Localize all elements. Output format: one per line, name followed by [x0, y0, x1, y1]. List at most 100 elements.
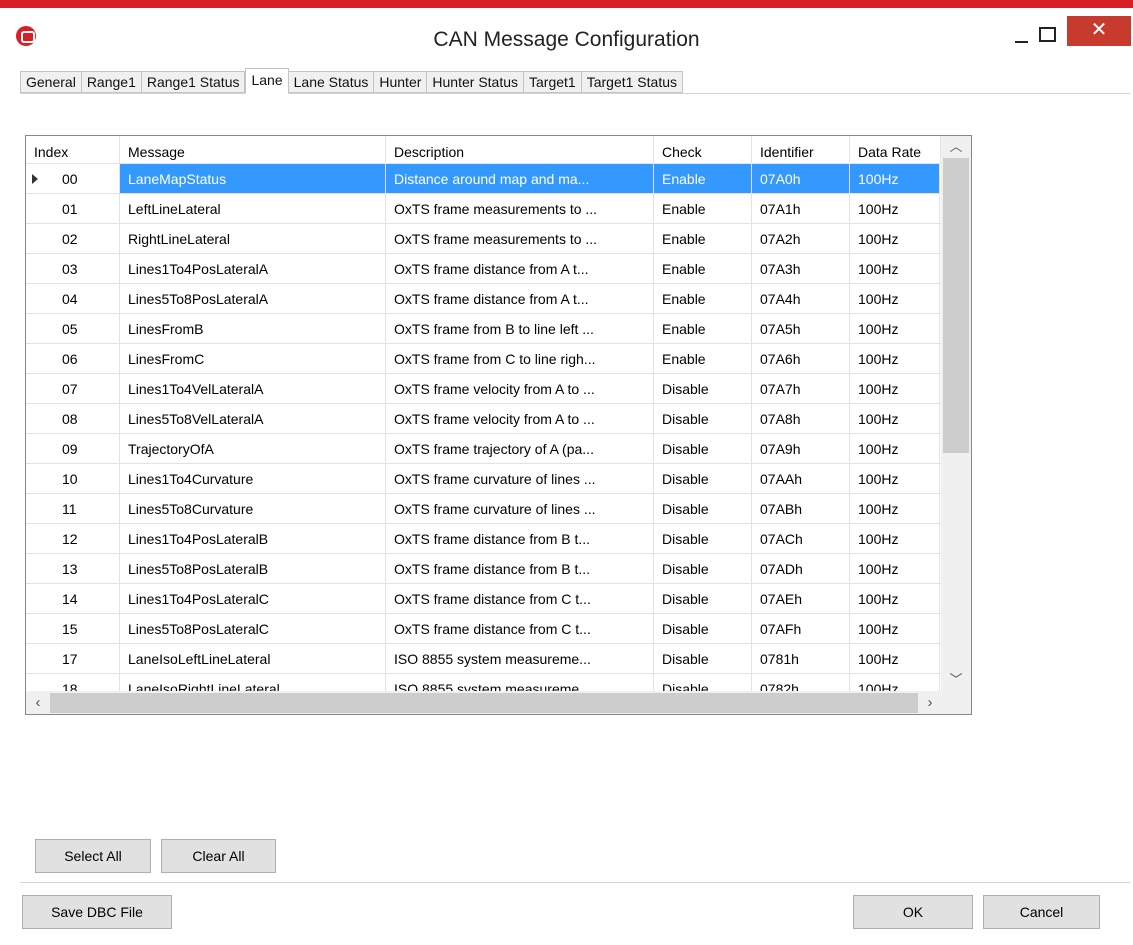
row-index-cell[interactable]: 17 — [26, 644, 120, 673]
row-description-cell[interactable]: ISO 8855 system measureme... — [386, 644, 654, 673]
row-index-cell[interactable]: 02 — [26, 224, 120, 253]
vertical-scrollbar[interactable]: ︿ ﹀ — [941, 136, 971, 691]
row-message-cell[interactable]: Lines5To8PosLateralB — [120, 554, 386, 583]
tab-hunter-status[interactable]: Hunter Status — [427, 71, 525, 93]
tab-lane-status[interactable]: Lane Status — [288, 71, 375, 93]
row-message-cell[interactable]: TrajectoryOfA — [120, 434, 386, 463]
row-index-cell[interactable]: 03 — [26, 254, 120, 283]
row-message-cell[interactable]: LinesFromC — [120, 344, 386, 373]
row-identifier-cell[interactable]: 0781h — [752, 644, 850, 673]
table-row[interactable]: 12 Lines1To4PosLateralB OxTS frame distanc… — [26, 524, 941, 554]
tab-target1-status[interactable]: Target1 Status — [581, 71, 683, 93]
scroll-down-icon[interactable]: ﹀ — [941, 669, 971, 691]
message-grid[interactable]: Index Message Description Check Identifi… — [25, 135, 972, 715]
row-message-cell[interactable]: Lines1To4PosLateralB — [120, 524, 386, 553]
row-description-cell[interactable]: OxTS frame curvature of lines ... — [386, 464, 654, 493]
row-description-cell[interactable]: OxTS frame trajectory of A (pa... — [386, 434, 654, 463]
horizontal-scroll-thumb[interactable] — [50, 693, 918, 713]
row-data-rate-cell[interactable]: 100Hz — [850, 314, 940, 343]
row-identifier-cell[interactable]: 07AFh — [752, 614, 850, 643]
row-description-cell[interactable]: OxTS frame from C to line righ... — [386, 344, 654, 373]
row-data-rate-cell[interactable]: 100Hz — [850, 464, 940, 493]
tab-target1[interactable]: Target1 — [524, 71, 582, 93]
row-data-rate-cell[interactable]: 100Hz — [850, 494, 940, 523]
row-data-rate-cell[interactable]: 100Hz — [850, 524, 940, 553]
table-row[interactable]: 06 LinesFromC OxTS frame from C to line ri… — [26, 344, 941, 374]
row-index-cell[interactable]: 13 — [26, 554, 120, 583]
row-message-cell[interactable]: Lines1To4Curvature — [120, 464, 386, 493]
tab-hunter[interactable]: Hunter — [374, 71, 428, 93]
row-check-cell[interactable]: Disable — [654, 464, 752, 493]
row-data-rate-cell[interactable]: 100Hz — [850, 164, 940, 193]
table-row[interactable]: 15 Lines5To8PosLateralC OxTS frame distanc… — [26, 614, 941, 644]
horizontal-scrollbar[interactable]: ‹ › — [26, 691, 971, 714]
row-identifier-cell[interactable]: 07A1h — [752, 194, 850, 223]
row-identifier-cell[interactable]: 07ADh — [752, 554, 850, 583]
row-check-cell[interactable]: Enable — [654, 284, 752, 313]
row-index-cell[interactable]: 09 — [26, 434, 120, 463]
title-bar[interactable]: CAN Message Configuration ✕ — [0, 8, 1133, 62]
row-message-cell[interactable]: LeftLineLateral — [120, 194, 386, 223]
row-index-cell[interactable]: 06 — [26, 344, 120, 373]
row-data-rate-cell[interactable]: 100Hz — [850, 554, 940, 583]
table-row[interactable]: 07 Lines1To4VelLateralA OxTS frame velocit… — [26, 374, 941, 404]
row-check-cell[interactable]: Disable — [654, 644, 752, 673]
row-description-cell[interactable]: OxTS frame from B to line left ... — [386, 314, 654, 343]
row-description-cell[interactable]: OxTS frame velocity from A to ... — [386, 404, 654, 433]
select-all-button[interactable]: Select All — [35, 839, 151, 873]
row-description-cell[interactable]: OxTS frame distance from B t... — [386, 554, 654, 583]
row-data-rate-cell[interactable]: 100Hz — [850, 224, 940, 253]
row-index-cell[interactable]: 01 — [26, 194, 120, 223]
table-row[interactable]: 00 LaneMapStatus Distance around map and m… — [26, 164, 941, 194]
row-identifier-cell[interactable]: 07ABh — [752, 494, 850, 523]
row-index-cell[interactable]: 00 — [26, 164, 120, 193]
column-header-index[interactable]: Index — [26, 136, 120, 164]
table-row[interactable]: 03 Lines1To4PosLateralA OxTS frame distanc… — [26, 254, 941, 284]
row-index-cell[interactable]: 12 — [26, 524, 120, 553]
row-check-cell[interactable]: Disable — [654, 524, 752, 553]
table-row[interactable]: 05 LinesFromB OxTS frame from B to line le… — [26, 314, 941, 344]
table-row[interactable]: 11 Lines5To8Curvature OxTS frame curvature… — [26, 494, 941, 524]
table-row[interactable]: 13 Lines5To8PosLateralB OxTS frame distanc… — [26, 554, 941, 584]
row-check-cell[interactable]: Enable — [654, 314, 752, 343]
table-row[interactable]: 04 Lines5To8PosLateralA OxTS frame distanc… — [26, 284, 941, 314]
row-message-cell[interactable]: LaneIsoLeftLineLateral — [120, 644, 386, 673]
row-identifier-cell[interactable]: 07A9h — [752, 434, 850, 463]
row-identifier-cell[interactable]: 07AAh — [752, 464, 850, 493]
row-description-cell[interactable]: OxTS frame distance from B t... — [386, 524, 654, 553]
row-data-rate-cell[interactable]: 100Hz — [850, 344, 940, 373]
column-header-check[interactable]: Check — [654, 136, 752, 164]
row-message-cell[interactable]: Lines1To4PosLateralC — [120, 584, 386, 613]
row-data-rate-cell[interactable]: 100Hz — [850, 194, 940, 223]
row-data-rate-cell[interactable]: 100Hz — [850, 254, 940, 283]
row-index-cell[interactable]: 08 — [26, 404, 120, 433]
tab-lane[interactable]: Lane — [245, 68, 289, 94]
row-check-cell[interactable]: Disable — [654, 374, 752, 403]
row-message-cell[interactable]: Lines5To8PosLateralA — [120, 284, 386, 313]
row-check-cell[interactable]: Disable — [654, 434, 752, 463]
row-index-cell[interactable]: 14 — [26, 584, 120, 613]
row-identifier-cell[interactable]: 07A2h — [752, 224, 850, 253]
tab-general[interactable]: General — [20, 71, 82, 93]
row-description-cell[interactable]: OxTS frame curvature of lines ... — [386, 494, 654, 523]
cancel-button[interactable]: Cancel — [983, 895, 1100, 929]
row-data-rate-cell[interactable]: 100Hz — [850, 404, 940, 433]
column-header-message[interactable]: Message — [120, 136, 386, 164]
row-message-cell[interactable]: Lines5To8PosLateralC — [120, 614, 386, 643]
row-index-cell[interactable]: 07 — [26, 374, 120, 403]
row-message-cell[interactable]: RightLineLateral — [120, 224, 386, 253]
row-message-cell[interactable]: LinesFromB — [120, 314, 386, 343]
row-index-cell[interactable]: 11 — [26, 494, 120, 523]
row-data-rate-cell[interactable]: 100Hz — [850, 584, 940, 613]
row-identifier-cell[interactable]: 07A4h — [752, 284, 850, 313]
row-message-cell[interactable]: Lines1To4PosLateralA — [120, 254, 386, 283]
row-message-cell[interactable]: LaneMapStatus — [120, 164, 386, 193]
row-identifier-cell[interactable]: 07AEh — [752, 584, 850, 613]
row-data-rate-cell[interactable]: 100Hz — [850, 614, 940, 643]
row-description-cell[interactable]: OxTS frame velocity from A to ... — [386, 374, 654, 403]
table-row[interactable]: 09 TrajectoryOfA OxTS frame trajectory of … — [26, 434, 941, 464]
minimize-button[interactable] — [1006, 16, 1036, 50]
row-check-cell[interactable]: Disable — [654, 584, 752, 613]
table-row[interactable]: 08 Lines5To8VelLateralA OxTS frame velocit… — [26, 404, 941, 434]
row-description-cell[interactable]: OxTS frame distance from A t... — [386, 284, 654, 313]
